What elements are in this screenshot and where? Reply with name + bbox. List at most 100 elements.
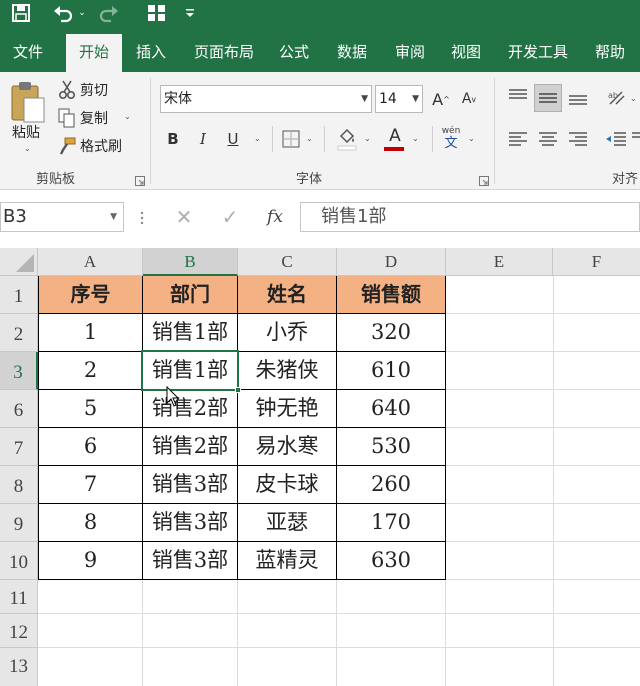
table-cell[interactable]: 320 [337,314,446,352]
column-header-e[interactable]: E [446,248,553,276]
row-header-8[interactable]: 8 [0,466,38,504]
cancel-icon[interactable]: ✕ [172,204,196,230]
increase-font-size-button[interactable]: A ^ [430,86,452,112]
undo-dropdown-icon[interactable]: ⌄ [76,0,88,26]
table-cell[interactable]: 皮卡球 [238,466,337,504]
row-header-6[interactable]: 6 [0,390,38,428]
font-color-button[interactable]: A [384,126,406,152]
orientation-dropdown-icon[interactable]: ⌄ [630,94,637,103]
enter-icon[interactable]: ✓ [218,204,242,230]
underline-button[interactable]: U [222,126,244,152]
row-header-11[interactable]: 11 [0,580,38,614]
format-painter-button[interactable]: 格式刷 [80,136,122,156]
tab-view[interactable]: 视图 [440,34,492,72]
table-cell[interactable]: 销售3部 [143,504,238,542]
bold-button[interactable]: B [162,126,184,152]
tab-help[interactable]: 帮助 [584,34,636,72]
row-header-3[interactable]: 3 [0,352,38,390]
font-size-select[interactable]: 14 ▼ [375,85,423,113]
table-cell[interactable]: 1 [39,314,143,352]
row-header-10[interactable]: 10 [0,542,38,580]
table-cell[interactable]: 2 [39,352,143,390]
borders-icon[interactable] [282,130,300,148]
table-cell[interactable]: 5 [39,390,143,428]
tab-home[interactable]: 开始 [66,34,122,72]
select-all-corner[interactable] [0,248,38,276]
row-header-13[interactable]: 13 [0,648,38,686]
table-cell[interactable]: 销售2部 [143,390,238,428]
column-header-b[interactable]: B [143,248,238,276]
table-cell[interactable]: 朱猪侠 [238,352,337,390]
align-left-icon[interactable] [506,128,530,150]
align-bottom-icon[interactable] [566,86,590,108]
column-header-f[interactable]: F [553,248,640,276]
table-cell[interactable]: 钟无艳 [238,390,337,428]
copy-button[interactable]: 复制 [80,108,108,128]
decrease-indent-icon[interactable] [604,128,628,150]
row-header-2[interactable]: 2 [0,314,38,352]
customize-arrow-icon[interactable] [182,0,198,26]
table-cell[interactable]: 易水寒 [238,428,337,466]
phonetic-guide-button[interactable]: wén 文 [440,126,462,154]
layout-icon[interactable] [144,0,170,26]
font-color-dropdown-icon[interactable]: ⌄ [412,134,419,143]
table-cell[interactable]: 销售2部 [143,428,238,466]
table-header-cell[interactable]: 姓名 [238,276,337,314]
paste-dropdown-icon[interactable]: ⌄ [24,144,31,153]
column-header-c[interactable]: C [238,248,337,276]
paste-button[interactable]: 粘贴 [12,122,40,142]
table-cell[interactable]: 260 [337,466,446,504]
table-cell[interactable]: 亚瑟 [238,504,337,542]
table-cell[interactable]: 7 [39,466,143,504]
table-cell[interactable]: 销售3部 [143,542,238,580]
table-cell[interactable]: 8 [39,504,143,542]
table-cell[interactable]: 630 [337,542,446,580]
align-center-icon[interactable] [536,128,560,150]
phonetic-dropdown-icon[interactable]: ⌄ [468,134,475,143]
dialog-launcher-icon[interactable] [479,171,489,186]
save-icon[interactable] [8,0,34,26]
insert-function-icon[interactable]: fx [262,204,288,230]
paste-icon[interactable] [8,80,48,126]
undo-icon[interactable] [50,0,76,26]
decrease-font-size-button[interactable]: Av [458,86,480,112]
increase-indent-icon[interactable] [630,128,640,150]
tab-review[interactable]: 审阅 [384,34,436,72]
row-header-1[interactable]: 1 [0,276,38,314]
row-header-12[interactable]: 12 [0,614,38,648]
table-cell[interactable]: 640 [337,390,446,428]
italic-button[interactable]: I [192,126,214,152]
table-cell[interactable]: 销售1部 [143,314,238,352]
column-header-a[interactable]: A [38,248,143,276]
copy-dropdown-icon[interactable]: ⌄ [124,112,131,121]
fill-color-icon[interactable] [336,126,358,152]
name-box[interactable]: B3 ▼ [0,202,124,232]
cut-button[interactable]: 剪切 [80,80,108,100]
row-header-9[interactable]: 9 [0,504,38,542]
tab-insert[interactable]: 插入 [124,34,178,72]
tab-data[interactable]: 数据 [326,34,378,72]
table-cell[interactable]: 530 [337,428,446,466]
table-cell[interactable]: 小乔 [238,314,337,352]
table-header-cell[interactable]: 序号 [39,276,143,314]
align-middle-icon[interactable] [534,84,562,112]
table-cell[interactable]: 610 [337,352,446,390]
row-header-7[interactable]: 7 [0,428,38,466]
formula-bar-grip-icon[interactable] [140,210,144,226]
font-name-select[interactable]: 宋体 ▼ [160,85,372,113]
tab-formulas[interactable]: 公式 [268,34,320,72]
table-header-cell[interactable]: 销售额 [337,276,446,314]
table-cell[interactable]: 销售3部 [143,466,238,504]
tab-file[interactable]: 文件 [0,34,56,72]
align-right-icon[interactable] [566,128,590,150]
table-cell[interactable]: 9 [39,542,143,580]
align-top-icon[interactable] [506,86,530,108]
column-header-d[interactable]: D [337,248,446,276]
fill-handle[interactable] [235,387,241,393]
table-cell[interactable]: 蓝精灵 [238,542,337,580]
redo-icon[interactable] [96,0,122,26]
formula-input[interactable]: 销售1部 [300,202,640,232]
tab-developer[interactable]: 开发工具 [498,34,578,72]
underline-dropdown-icon[interactable]: ⌄ [254,134,261,143]
table-cell[interactable]: 6 [39,428,143,466]
